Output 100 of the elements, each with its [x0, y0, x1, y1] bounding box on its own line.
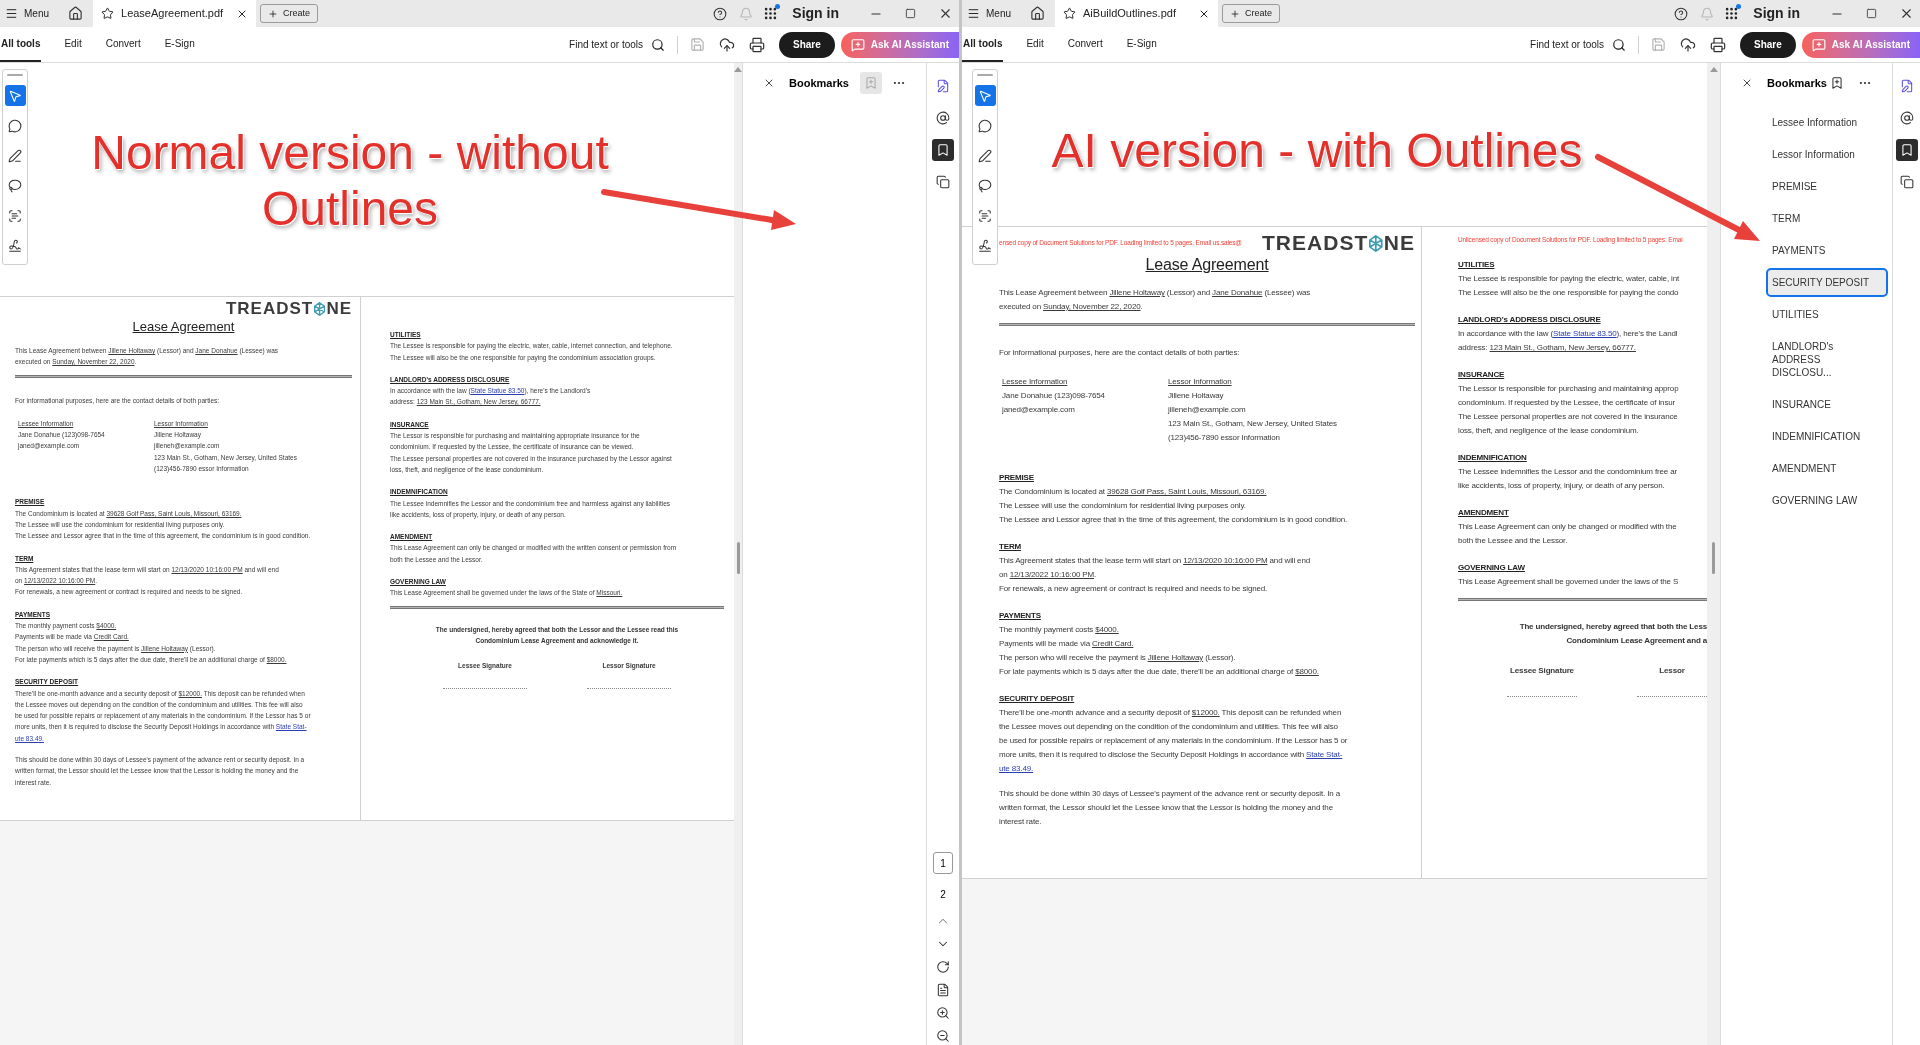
- text-link[interactable]: ute 83.49.: [999, 764, 1034, 773]
- help-icon[interactable]: [1674, 6, 1689, 21]
- menu-button[interactable]: Menu: [964, 6, 1014, 21]
- apps-button[interactable]: [763, 6, 779, 21]
- toolbar-tab[interactable]: Edit: [63, 27, 83, 62]
- close-icon[interactable]: [1899, 6, 1914, 21]
- contact-heading: Lessor Information: [1168, 376, 1232, 388]
- maximize-icon[interactable]: [1866, 8, 1877, 19]
- page-number[interactable]: 2: [933, 883, 953, 905]
- share-button[interactable]: Share: [1740, 31, 1796, 58]
- zoom-out-icon[interactable]: [936, 1029, 950, 1043]
- paragraph: This Lease Agreement between Jillene Holtaway (Lessor) and Jane Donahue (Lessee) was executed on Sunday, November 22, 2020.: [999, 287, 1312, 313]
- bookmark-item[interactable]: UTILITIES: [1766, 300, 1888, 329]
- ai-chat-icon: [850, 37, 865, 52]
- paragraph: The Lessor is responsible for purchasing and maintaining approp condominium. If requested by the Lessee, the certificate of insur The Lessee personal properties are not covered in the insurance loss, theft, and negligence of the lease condominium.: [1458, 383, 1679, 437]
- paragraph: The Lessee indemnifies the Lessor and the condominium free ar like accidents, loss of property, injury, or death of any person.: [1458, 466, 1677, 492]
- find-button[interactable]: Find text or tools: [569, 37, 665, 52]
- signature-line: [1637, 696, 1707, 697]
- contact-line: Jane Donahue (123)098-7654: [1002, 390, 1105, 402]
- print-icon[interactable]: [749, 36, 765, 53]
- text-link[interactable]: State Stat-: [1306, 750, 1343, 759]
- ai-chat-icon: [1811, 37, 1826, 52]
- bookmark-item[interactable]: PREMISE: [1766, 172, 1888, 201]
- toolbar-tab[interactable]: E-Sign: [163, 27, 196, 62]
- rotate-icon[interactable]: [936, 960, 950, 974]
- sign-in-button[interactable]: Sign in: [1753, 3, 1800, 24]
- star-icon[interactable]: [101, 7, 114, 20]
- section-heading: INSURANCE: [1458, 369, 1505, 381]
- menu-icon: [5, 7, 18, 20]
- bookmark-icon[interactable]: [932, 139, 954, 161]
- paragraph: There'll be one-month advance and a security deposit of $12000. This deposit can be refunded when the Lessee moves out depending on the condition of the condominium and utilities. This fee will also be used for possible repairs or replacement of any materials in the condominium. If the Lessor has 5 or more units, then it is required to disclose the Security Deposit Holdings in accordance with State Stat- ute 83.49.: [999, 707, 1348, 775]
- close-icon[interactable]: [763, 77, 775, 89]
- annotation-text: AI version - with Outlines: [1050, 123, 1584, 179]
- paragraph: The Lessee is responsible for paying the electric, water, cable, int The Lessee will also be the one responsible for paying the condo: [1458, 273, 1680, 299]
- close-icon[interactable]: [938, 6, 953, 21]
- sign-in-button[interactable]: Sign in: [792, 3, 839, 24]
- page-number[interactable]: 1: [933, 852, 953, 874]
- paragraph: For informational purposes, here are the contact details of both parties:: [999, 347, 1241, 359]
- document-title: Lease Agreement: [132, 319, 235, 335]
- help-icon[interactable]: [713, 6, 728, 21]
- bookmark-item[interactable]: PAYMENTS: [1766, 236, 1888, 265]
- bookmark-item[interactable]: GOVERNING LAW: [1766, 486, 1888, 515]
- share-button[interactable]: Share: [779, 31, 835, 58]
- bookmark-item[interactable]: Lessee Information: [1766, 108, 1888, 137]
- paragraph: This Lease Agreement shall be governed under the laws of the S: [1458, 576, 1679, 588]
- document-title: Lease Agreement: [1145, 255, 1269, 275]
- statement-text: The undersigned, hereby agreed that both the Less: [1519, 621, 1707, 633]
- gem-icon: [1369, 234, 1383, 252]
- upload-icon[interactable]: [1680, 36, 1696, 53]
- menu-icon: [967, 7, 980, 20]
- pointer-icon[interactable]: [4, 85, 26, 106]
- upload-icon[interactable]: [719, 36, 735, 53]
- toolbar-tab[interactable]: Convert: [1066, 27, 1104, 62]
- search-icon: [1612, 37, 1626, 52]
- section-heading: UTILITIES: [1458, 259, 1495, 271]
- plus-icon: [1230, 8, 1240, 19]
- bookmark-item[interactable]: AMENDMENT: [1766, 454, 1888, 483]
- apps-button[interactable]: [1724, 6, 1740, 21]
- paragraph: This Agreement states that the lease term will start on 12/13/2020 10:16:00 PM and will end on 12/13/2022 10:16:00 PM. For renewals, a new agreement or contract is required and needs to be signed.: [999, 555, 1310, 595]
- print-icon[interactable]: [1710, 36, 1726, 53]
- star-icon[interactable]: [1063, 7, 1076, 20]
- scrollbar[interactable]: [734, 63, 742, 1045]
- find-button[interactable]: Find text or tools: [1530, 37, 1626, 52]
- contact-line: (123)456-7890 essor Information: [1168, 432, 1280, 444]
- bookmark-item[interactable]: Lessor Information: [1766, 140, 1888, 169]
- pointer-icon[interactable]: [974, 85, 996, 106]
- logo-text: NE: [326, 299, 352, 319]
- bookmark-item[interactable]: SECURITY DEPOSIT: [1766, 268, 1888, 297]
- bookmark-item[interactable]: TERM: [1766, 204, 1888, 233]
- document-tab[interactable]: AiBuildOutlines.pdf: [1055, 0, 1218, 27]
- document-tab[interactable]: LeaseAgreement.pdf: [93, 0, 256, 27]
- paragraph: This Lease Agreement can only be changed or modified with the both the Lessee and the Lessor.: [1458, 521, 1677, 547]
- zoom-in-icon[interactable]: [936, 1006, 950, 1020]
- signature-line: [1507, 696, 1577, 697]
- paragraph: This should be done within 30 days of Lessee's payment of the advance rent or security deposit. In a written format, the Lessor should let the Lessee know that the Lessor is holding the money and the interest rate.: [999, 788, 1341, 828]
- close-icon[interactable]: [1741, 77, 1753, 89]
- bookmark-item[interactable]: INDEMNIFICATION: [1766, 422, 1888, 451]
- section-heading: PAYMENTS: [999, 610, 1041, 622]
- create-button[interactable]: Create: [1222, 4, 1281, 23]
- home-icon[interactable]: [1030, 6, 1045, 21]
- bookmark-item[interactable]: LANDLORD's ADDRESS DISCLOSU...: [1766, 332, 1888, 387]
- contact-line: janed@example.com: [1002, 404, 1075, 416]
- paragraph: The monthly payment costs $4000. Payments will be made via Credit Card. The person who will receive the payment is Jillene Holtaway (Lessor). For late payments which is 5 days after the due date, there'll be an additional charge of $8000.: [999, 624, 1319, 678]
- contact-line: Jillene Holtaway: [1168, 390, 1224, 402]
- bookmark-icon[interactable]: [1895, 139, 1918, 161]
- paragraph: In accordance with the law (State Statue 83.50), here's the Landl address: 123 Main St., Gotham, New Jersey, 66777.: [1458, 328, 1678, 354]
- maximize-icon[interactable]: [905, 8, 916, 19]
- scrollbar[interactable]: [1707, 63, 1720, 1045]
- page-icon[interactable]: [936, 983, 950, 997]
- create-button[interactable]: Create: [260, 4, 319, 23]
- menu-button[interactable]: Menu: [2, 6, 52, 21]
- logo-text: NE: [1383, 231, 1415, 255]
- statement-text: Condominium Lease Agreement and a: [1566, 635, 1707, 647]
- toolbar-tab[interactable]: Edit: [1025, 27, 1045, 62]
- paragraph: The Condominium is located at 39628 Golf Pass, Saint Louis, Missouri, 63169. The Lessee will use the condominium for residential living purposes only. The Lessee and Lessor agree that in the time of this agreement, the condominium is in good condition.: [999, 486, 1348, 526]
- bookmark-item[interactable]: INSURANCE: [1766, 390, 1888, 419]
- home-icon[interactable]: [68, 6, 83, 21]
- toolbar-tab[interactable]: E-Sign: [1125, 27, 1158, 62]
- toolbar-tab[interactable]: Convert: [104, 27, 142, 62]
- search-icon: [651, 37, 665, 52]
